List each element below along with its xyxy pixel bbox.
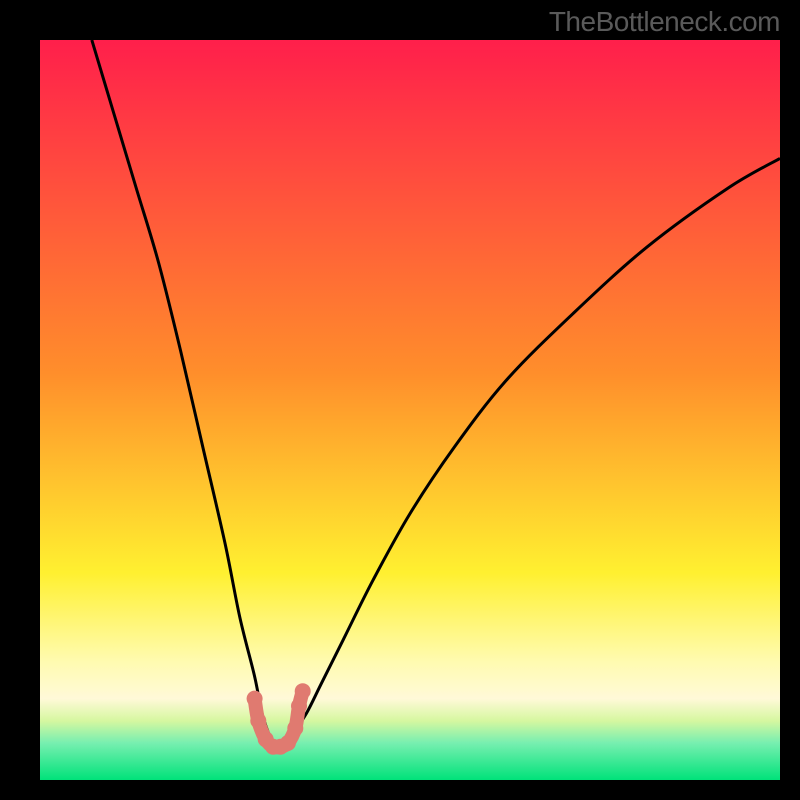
curve-right-branch <box>292 158 780 735</box>
chart-frame: TheBottleneck.com <box>0 0 800 800</box>
data-point <box>250 713 266 729</box>
data-point <box>291 698 307 714</box>
data-point <box>287 720 303 736</box>
watermark-text: TheBottleneck.com <box>549 6 780 38</box>
plot-area <box>40 40 780 780</box>
data-point <box>295 683 311 699</box>
data-point <box>247 691 263 707</box>
curves-layer <box>40 40 780 780</box>
curve-left-branch <box>92 40 270 736</box>
data-point <box>280 735 296 751</box>
